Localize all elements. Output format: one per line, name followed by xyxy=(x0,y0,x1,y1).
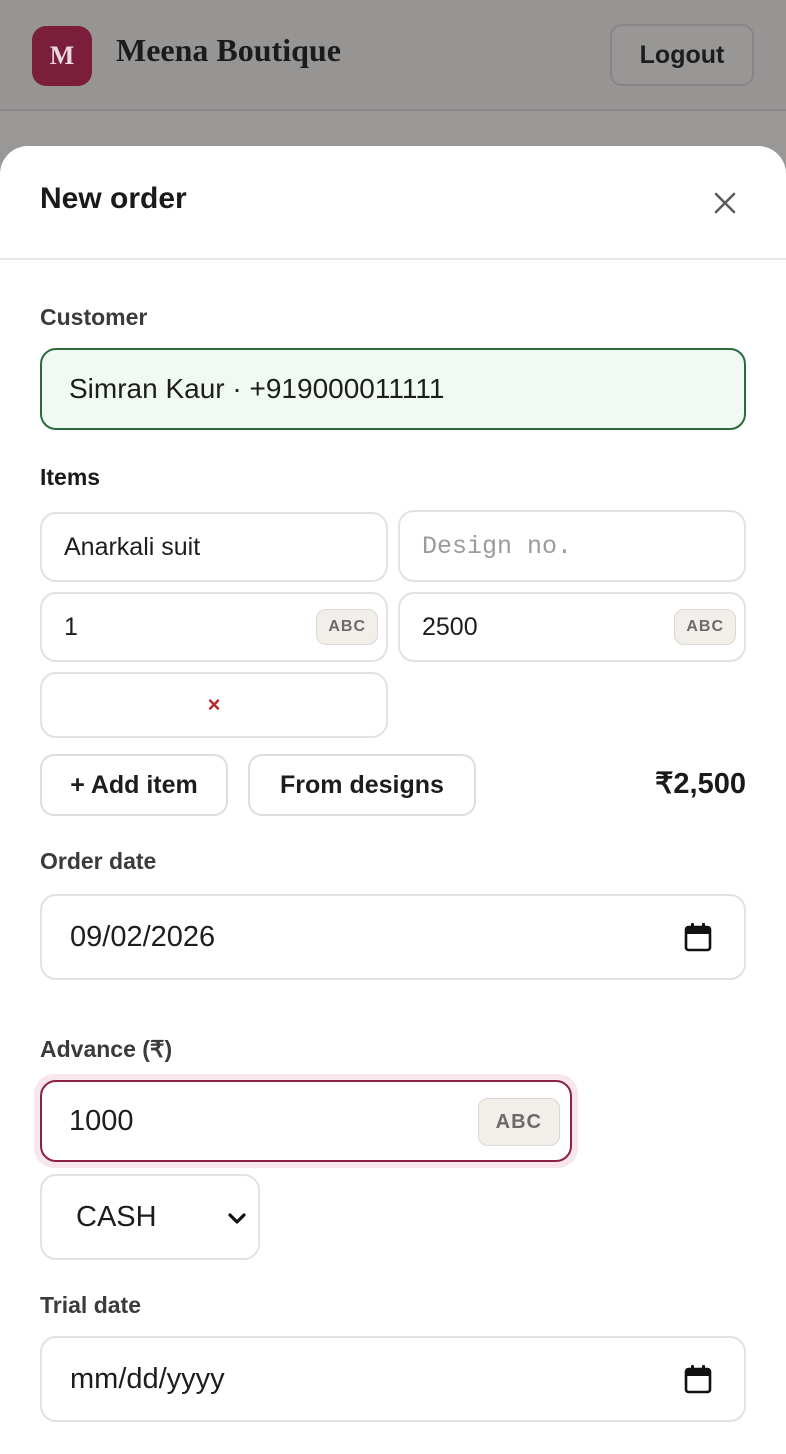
new-order-sheet: New order Customer Simran Kaur · +919000… xyxy=(0,146,786,1454)
trial-date-label: Trial date xyxy=(40,1292,141,1318)
trial-date-placeholder: mm/dd/yyyy xyxy=(70,1362,225,1395)
remove-item-button[interactable]: × xyxy=(40,672,388,738)
order-date-input[interactable]: 09/02/2026 xyxy=(40,894,746,980)
advance-input[interactable]: 1000 ABC xyxy=(40,1080,572,1162)
add-item-button[interactable]: + Add item xyxy=(40,754,228,816)
item-price-input[interactable]: 2500 ABC xyxy=(398,592,746,662)
calendar-icon[interactable] xyxy=(684,922,712,952)
customer-label: Customer xyxy=(40,304,148,330)
advance-label: Advance (₹) xyxy=(40,1036,173,1062)
order-date-value: 09/02/2026 xyxy=(70,920,216,953)
trial-date-input[interactable]: mm/dd/yyyy xyxy=(40,1336,746,1422)
design-number-input[interactable]: Design no. xyxy=(398,510,746,582)
item-quantity-value: 1 xyxy=(64,612,78,641)
advance-value: 1000 xyxy=(69,1104,134,1137)
sheet-header: New order xyxy=(0,146,786,260)
items-label: Items xyxy=(40,464,101,490)
keyboard-badge[interactable]: ABC xyxy=(477,1098,560,1146)
customer-value: Simran Kaur · +919000011111 xyxy=(69,373,445,404)
order-total: ₹2,500 xyxy=(654,768,746,800)
payment-mode-value: CASH xyxy=(76,1200,157,1233)
keyboard-badge[interactable]: ABC xyxy=(316,609,378,645)
item-quantity-input[interactable]: 1 ABC xyxy=(40,592,388,662)
sheet-title: New order xyxy=(40,182,187,215)
brand-name: Meena Boutique xyxy=(116,32,341,68)
payment-mode-select[interactable]: CASH xyxy=(40,1174,260,1260)
calendar-icon[interactable] xyxy=(684,1364,712,1394)
chevron-down-icon xyxy=(228,1213,246,1224)
keyboard-badge[interactable]: ABC xyxy=(674,609,736,645)
close-button[interactable] xyxy=(706,184,744,222)
item-name-value: Anarkali suit xyxy=(64,532,201,561)
app-header: M Meena Boutique Logout xyxy=(0,0,786,111)
remove-item-icon: × xyxy=(207,692,221,717)
logout-button[interactable]: Logout xyxy=(610,24,754,86)
item-price-value: 2500 xyxy=(422,612,478,641)
brand-logo: M xyxy=(32,26,92,86)
item-name-input[interactable]: Anarkali suit xyxy=(40,512,388,582)
design-number-placeholder: Design no. xyxy=(422,531,573,561)
customer-field[interactable]: Simran Kaur · +919000011111 xyxy=(40,348,746,430)
order-date-label: Order date xyxy=(40,848,157,874)
close-icon xyxy=(714,192,736,214)
from-designs-button[interactable]: From designs xyxy=(248,754,476,816)
